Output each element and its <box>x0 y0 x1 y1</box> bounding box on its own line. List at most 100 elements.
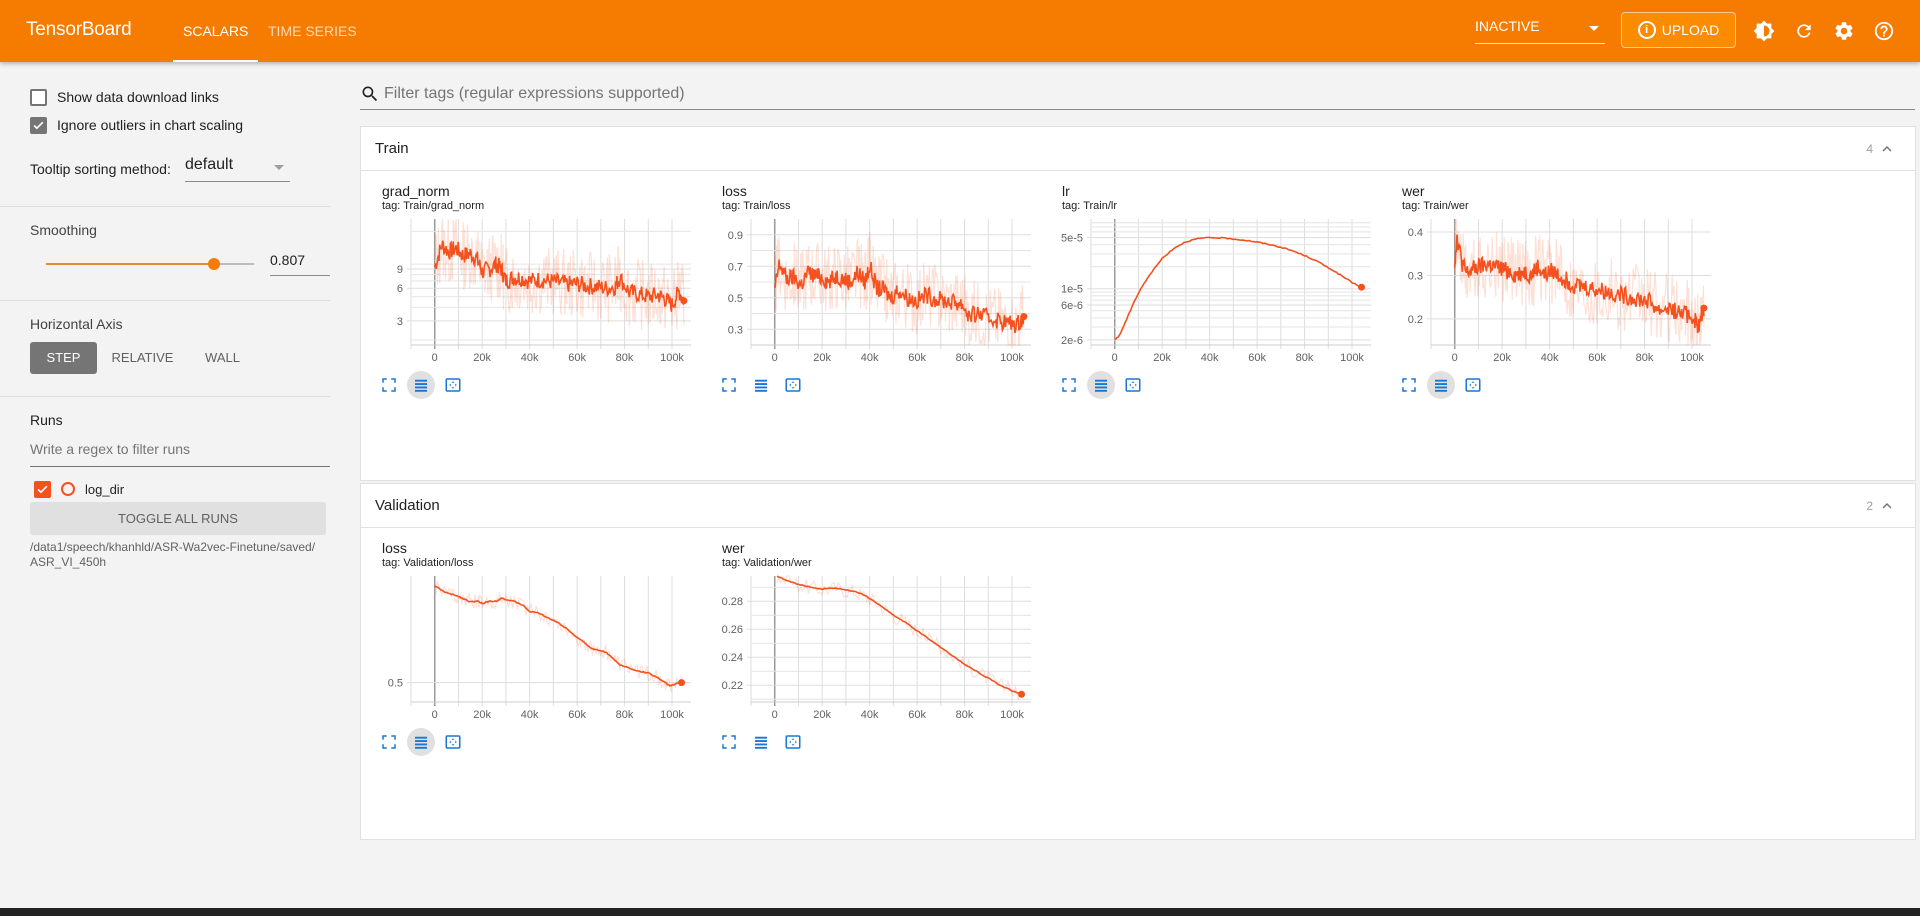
fit-domain-icon <box>445 735 461 749</box>
y-tick-label: 2e-6 <box>1061 335 1083 347</box>
group-train-header[interactable]: Train 4 <box>361 127 1915 171</box>
y-tick-label: 0.3 <box>728 324 743 336</box>
fit-domain-button[interactable] <box>439 728 467 756</box>
x-tick-label: 100k <box>1000 709 1024 721</box>
run-checkbox[interactable] <box>34 480 51 498</box>
log-directory-path: /data1/speech/khanhld/ASR-Wa2vec-Finetun… <box>30 540 316 569</box>
smoothing-label: Smoothing <box>30 222 97 238</box>
chart-plot[interactable]: 0.3 0.5 0.7 0.9 0 20k 40k 60k 80k 100k <box>701 213 1041 373</box>
chart-tag: tag: Train/loss <box>722 200 791 212</box>
group-title: Train <box>375 140 409 157</box>
x-tick-label: 40k <box>861 709 879 721</box>
toggle-log-scale-button[interactable] <box>747 371 775 399</box>
chart-plot[interactable]: 0.5 0 20k 40k 60k 80k 100k <box>361 570 701 730</box>
fullscreen-button[interactable] <box>715 371 743 399</box>
upload-label: UPLOAD <box>1661 22 1720 38</box>
y-tick-label: 0.4 <box>1408 227 1423 239</box>
last-point-marker <box>1018 690 1026 698</box>
y-tick-label: 1e-5 <box>1061 284 1083 296</box>
x-tick-label: 80k <box>1636 352 1654 364</box>
axis-relative-button[interactable]: RELATIVE <box>105 342 180 374</box>
fit-domain-button[interactable] <box>779 728 807 756</box>
divider <box>0 206 330 207</box>
x-tick-label: 20k <box>1493 352 1511 364</box>
fullscreen-button[interactable] <box>715 728 743 756</box>
run-item-log-dir[interactable]: log_dir <box>34 478 124 500</box>
run-status-dropdown[interactable]: INACTIVE <box>1475 18 1605 44</box>
ignore-outliers-checkbox[interactable] <box>30 116 47 134</box>
tab-scalars[interactable]: SCALARS <box>172 0 259 62</box>
help-icon[interactable] <box>1872 19 1896 43</box>
fit-domain-button[interactable] <box>779 371 807 399</box>
toggle-log-scale-button[interactable] <box>1087 371 1115 399</box>
x-tick-label: 0 <box>1112 352 1118 364</box>
fullscreen-button[interactable] <box>1055 371 1083 399</box>
x-tick-label: 0 <box>432 709 438 721</box>
raw-series-line <box>434 580 683 692</box>
chart-plot[interactable]: 0.2 0.3 0.4 0 20k 40k 60k 80k 100k <box>1381 213 1721 373</box>
toggle-log-scale-button[interactable] <box>1427 371 1455 399</box>
chart-plot[interactable]: 3 6 9 0 20k 40k 60k 80k 100k <box>361 213 701 373</box>
fit-domain-button[interactable] <box>1119 371 1147 399</box>
smoothed-series-line <box>434 585 682 687</box>
runs-filter-input[interactable] <box>30 441 330 457</box>
chart-card: loss tag: Train/loss 0.3 0.5 0.7 0.9 0 20k 40k 60… <box>701 171 1041 461</box>
fit-domain-button[interactable] <box>439 371 467 399</box>
chart-plot[interactable]: 0.22 0.24 0.26 0.28 0 20k 40k 60k 80k 100k <box>701 570 1041 730</box>
y-tick-label: 0.7 <box>728 261 743 273</box>
y-tick-label: 0.5 <box>388 678 403 690</box>
fullscreen-button[interactable] <box>375 728 403 756</box>
fit-domain-icon <box>1125 378 1141 392</box>
refresh-icon[interactable] <box>1792 19 1816 43</box>
upload-button[interactable]: i UPLOAD <box>1621 12 1736 48</box>
top-bar: TensorBoard SCALARS TIME SERIES INACTIVE… <box>0 0 1920 62</box>
divider <box>0 396 330 397</box>
tab-time-series[interactable]: TIME SERIES <box>268 0 357 62</box>
toggle-log-scale-button[interactable] <box>407 728 435 756</box>
y-tick-label: 0.5 <box>728 293 743 305</box>
x-tick-label: 80k <box>616 352 634 364</box>
x-tick-label: 60k <box>908 709 926 721</box>
chart-plot[interactable]: 2e-6 6e-6 1e-5 5e-5 0 20k 40k 60k 80k 100k <box>1041 213 1381 373</box>
group-validation-header[interactable]: Validation 2 <box>361 484 1915 528</box>
chevron-up-icon[interactable] <box>1881 143 1893 155</box>
toggle-log-scale-button[interactable] <box>747 728 775 756</box>
show-download-links-checkbox[interactable] <box>30 88 47 106</box>
toggle-all-runs-button[interactable]: TOGGLE ALL RUNS <box>30 502 326 535</box>
ignore-outliers-option[interactable]: Ignore outliers in chart scaling <box>30 114 243 136</box>
axis-wall-button[interactable]: WALL <box>190 342 255 374</box>
y-tick-label: 6 <box>397 283 403 295</box>
chart-card: wer tag: Validation/wer 0.22 0.24 0.26 0.28 0 2… <box>701 528 1041 818</box>
tooltip-sorting-value: default <box>185 156 234 173</box>
tooltip-sorting-select[interactable]: default <box>185 156 290 182</box>
smoothing-input[interactable]: 0.807 <box>270 252 330 276</box>
fullscreen-button[interactable] <box>375 371 403 399</box>
run-color-circle-icon[interactable] <box>61 482 75 496</box>
y-tick-label: 0.26 <box>722 624 743 636</box>
smoothing-slider-thumb[interactable] <box>207 258 220 270</box>
x-tick-label: 0 <box>772 709 778 721</box>
x-tick-label: 40k <box>521 352 539 364</box>
x-tick-label: 80k <box>616 709 634 721</box>
x-tick-label: 100k <box>660 709 684 721</box>
tag-filter-input[interactable] <box>384 82 1884 106</box>
os-taskbar <box>0 908 1920 916</box>
x-tick-label: 60k <box>568 352 586 364</box>
show-download-links-option[interactable]: Show data download links <box>30 86 219 108</box>
y-tick-label: 0.24 <box>722 652 743 664</box>
last-point-marker <box>678 679 686 687</box>
fit-domain-button[interactable] <box>1459 371 1487 399</box>
x-tick-label: 60k <box>908 352 926 364</box>
tag-filter-field[interactable] <box>360 80 1915 110</box>
toggle-log-scale-button[interactable] <box>407 371 435 399</box>
axis-step-button[interactable]: STEP <box>30 342 97 374</box>
fit-domain-icon <box>785 735 801 749</box>
brightness-icon[interactable] <box>1752 19 1776 43</box>
fullscreen-button[interactable] <box>1395 371 1423 399</box>
chevron-up-icon[interactable] <box>1881 500 1893 512</box>
y-tick-label: 0.9 <box>728 230 743 242</box>
settings-icon[interactable] <box>1832 19 1856 43</box>
x-tick-label: 20k <box>1153 352 1171 364</box>
group-validation: Validation 2 loss tag: Validation/loss 0.5… <box>360 483 1916 840</box>
runs-filter-field[interactable] <box>30 441 330 467</box>
